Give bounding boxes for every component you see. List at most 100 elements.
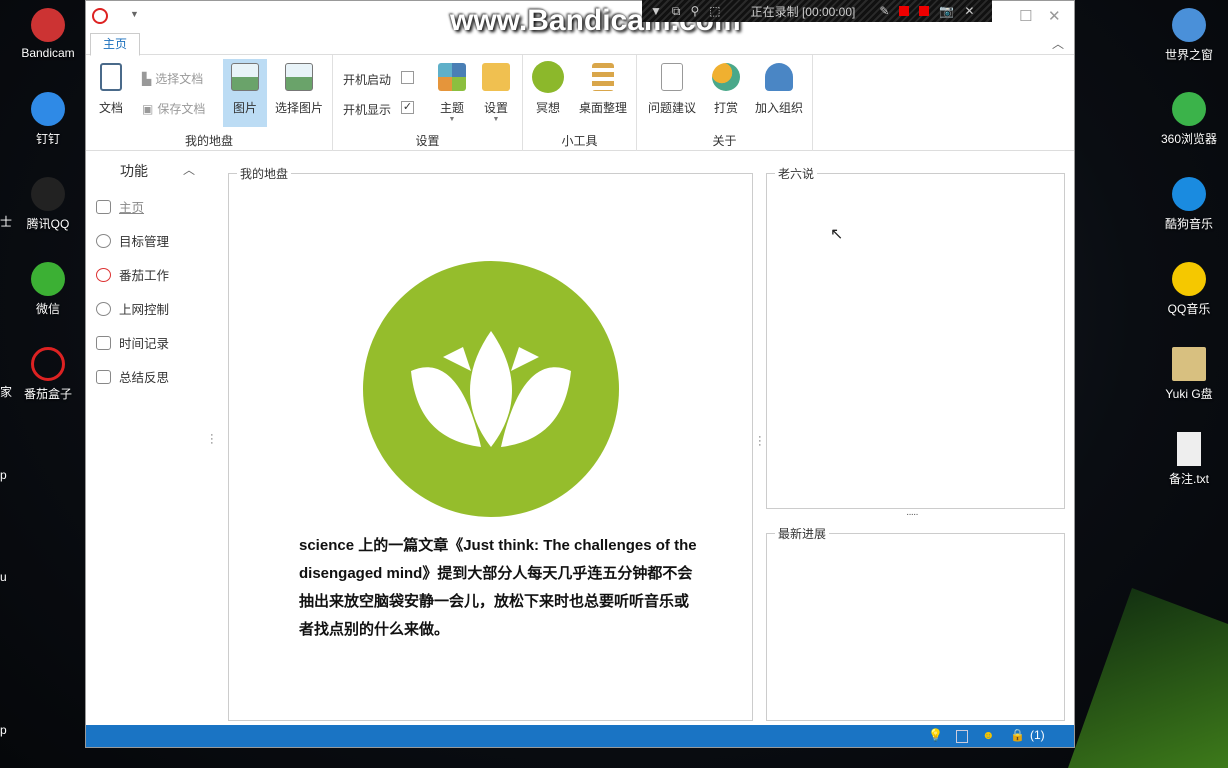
bandicam-icon (31, 8, 65, 42)
label: 打赏 (713, 101, 738, 115)
qq-icon (31, 177, 65, 211)
notification-count[interactable]: (1) (1030, 728, 1045, 742)
ribbon: 文档 ▙ 选择文档 ▣ 保存文档 图片 选择图片 我的地盘 开机启动 开机显示 ✓ … (86, 55, 1074, 151)
show-on-start-checkbox[interactable]: ✓ (401, 101, 414, 114)
camera-icon[interactable]: 📷 (939, 4, 954, 18)
recording-status: 正在录制 [00:00:00] (750, 4, 856, 19)
group-label: 我的地盘 (184, 134, 233, 148)
record-icon[interactable] (919, 6, 930, 16)
edge-label: 士 (0, 215, 13, 229)
kugou-icon (1172, 177, 1206, 211)
label: 图片 (232, 101, 257, 115)
folder-icon (1172, 347, 1206, 381)
desktop-icon-notes[interactable]: 备注.txt (1149, 432, 1228, 487)
label: 选择文档 (155, 72, 204, 86)
save-doc-button[interactable]: ▣ 保存文档 (142, 100, 205, 117)
close-button[interactable]: ✕ (1048, 7, 1061, 25)
label: 番茄盒子 (23, 387, 72, 401)
my-space-panel: 我的地盘 science 上的一篇文章《Just think: The chal… (228, 165, 753, 721)
select-doc-icon: ▙ (142, 71, 152, 86)
autostart-label: 开机启动 (343, 73, 392, 87)
save-icon: ▣ (142, 101, 154, 116)
label: 酷狗音乐 (1164, 217, 1213, 231)
dingtalk-icon (31, 92, 65, 126)
lock-icon[interactable]: 🔒 (1010, 728, 1025, 742)
desktop-icon-dingtalk[interactable]: 钉钉 (8, 92, 88, 147)
desktop-icon-yuki[interactable]: Yuki G盘 (1149, 347, 1228, 402)
label: Yuki G盘 (1165, 387, 1213, 401)
tomato-icon (31, 347, 65, 381)
desktop-icon-theworld[interactable]: 世界之窗 (1149, 8, 1228, 63)
main-splitter[interactable]: · · · (758, 432, 762, 451)
desktop-icon-qqmusic[interactable]: QQ音乐 (1149, 262, 1228, 317)
theme-button[interactable]: 主题 ▼ (435, 59, 469, 127)
image-icon (231, 63, 259, 91)
window-icon[interactable]: ⧉ (672, 4, 681, 19)
image-button[interactable]: 图片 (223, 59, 267, 127)
laoliu-panel: 老六说 ↖ (766, 165, 1065, 509)
select-image-icon (285, 63, 313, 91)
desktop-icon-wechat[interactable]: 微信 (8, 262, 88, 317)
sidebar-item-time-log[interactable]: 时间记录 (96, 333, 169, 352)
desktop-icon-360[interactable]: 360浏览器 (1149, 92, 1228, 147)
bandicam-recording-bar: ▼ ⧉ ⚲ ⬚ 正在录制 [00:00:00] ✎ 📷 ✕ (642, 0, 992, 22)
lotus-icon (411, 331, 571, 447)
chevron-up-icon[interactable]: ︿ (183, 161, 195, 178)
region-icon[interactable]: ⬚ (709, 4, 720, 18)
label: 时间记录 (119, 337, 170, 351)
close-icon[interactable]: ✕ (964, 4, 974, 18)
sidebar-item-goals[interactable]: 目标管理 (96, 231, 169, 250)
autostart-checkbox[interactable] (401, 71, 414, 84)
desktop-icon-bandicam[interactable]: Bandicam (8, 8, 88, 60)
search-icon[interactable]: ⚲ (690, 4, 699, 18)
clock-icon (96, 267, 111, 282)
qqmusic-icon (1172, 262, 1206, 296)
group-my-space: 文档 ▙ 选择文档 ▣ 保存文档 图片 选择图片 我的地盘 (86, 55, 333, 151)
edge-label: p (0, 723, 7, 737)
edge-label: 家 (0, 385, 13, 399)
desktop-icon-tomato[interactable]: 番茄盒子 (8, 347, 88, 402)
group-people-icon (765, 63, 793, 91)
sidebar-item-web-control[interactable]: 上网控制 (96, 299, 169, 318)
sidebar-splitter[interactable]: · · · (210, 430, 214, 449)
meditate-button[interactable]: 冥想 (531, 59, 565, 127)
lightbulb-icon[interactable]: 💡 (928, 728, 943, 742)
join-org-button[interactable]: 加入组织 (751, 59, 807, 127)
app-logo-icon (92, 8, 108, 24)
pencil-icon[interactable]: ✎ (879, 4, 889, 18)
history-icon[interactable] (956, 730, 968, 743)
sidebar-item-home[interactable]: 主页 (96, 197, 144, 216)
maximize-button[interactable]: ☐ (1019, 7, 1032, 25)
collapse-ribbon-icon[interactable]: ︿ (1052, 35, 1064, 52)
quick-access-dropdown-icon[interactable]: ▼ (130, 9, 139, 19)
desktop-icon-qq[interactable]: 腾讯QQ (8, 177, 88, 232)
sidebar-item-pomodoro[interactable]: 番茄工作 (96, 265, 169, 284)
tab-home[interactable]: 主页 (90, 33, 140, 56)
label: 钉钉 (35, 132, 60, 146)
mask-icon[interactable]: ☻ (982, 728, 995, 742)
label: 腾讯QQ (26, 217, 70, 231)
group-settings: 开机启动 开机显示 ✓ 主题 ▼ 设置 ▼ 设置 (333, 55, 523, 151)
dropdown-icon[interactable]: ▼ (650, 4, 662, 18)
desktop-icon-kugou[interactable]: 酷狗音乐 (1149, 177, 1228, 232)
label: 主题 (439, 101, 464, 115)
label: 问题建议 (647, 101, 696, 115)
label: 世界之窗 (1164, 48, 1213, 62)
select-doc-button[interactable]: ▙ 选择文档 (142, 70, 203, 87)
desktop-organize-button[interactable]: 桌面整理 (575, 59, 631, 127)
panel-title: 老六说 (775, 165, 818, 182)
lotus-logo (363, 261, 619, 517)
settings-button[interactable]: 设置 ▼ (479, 59, 513, 127)
pause-icon[interactable] (899, 6, 910, 16)
select-image-button[interactable]: 选择图片 (273, 59, 325, 127)
sidebar: 功能 ︿ 主页 目标管理 番茄工作 上网控制 时间记录 总结反思 · · · (86, 151, 221, 727)
edge-label: p (0, 468, 7, 482)
group-about: 问题建议 打赏 加入组织 关于 (637, 55, 813, 151)
donate-button[interactable]: 打赏 (709, 59, 743, 127)
right-splitter[interactable]: ····· (906, 509, 919, 520)
doc-button[interactable]: 文档 (94, 59, 128, 127)
feedback-button[interactable]: 问题建议 (645, 59, 699, 127)
sidebar-item-review[interactable]: 总结反思 (96, 367, 169, 386)
globe-icon (1172, 8, 1206, 42)
lotus-icon (532, 61, 564, 93)
